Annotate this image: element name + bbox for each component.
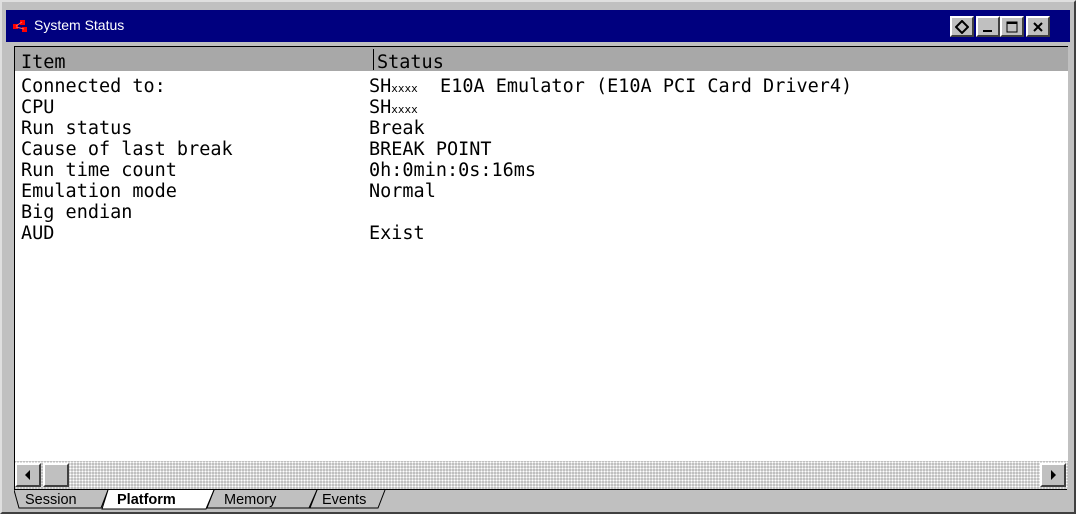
row-status: SHxxxx <box>369 97 418 120</box>
row-item: Connected to: <box>21 76 166 97</box>
window-title: System Status <box>34 17 125 33</box>
table-row[interactable]: Run status Break <box>15 118 1068 139</box>
tab-events[interactable]: Events <box>322 492 366 508</box>
tab-platform[interactable]: Platform <box>117 492 176 508</box>
row-status: Normal <box>369 181 436 202</box>
minimize-icon <box>983 29 992 32</box>
app-icon <box>13 20 27 32</box>
maximize-button[interactable] <box>1000 16 1024 37</box>
title-bar[interactable]: System Status <box>6 10 1070 42</box>
table-row[interactable]: Emulation mode Normal <box>15 181 1068 202</box>
cpu-prefix: SH <box>369 76 392 97</box>
table-row[interactable]: Cause of last break BREAK POINT <box>15 139 1068 160</box>
scroll-thumb[interactable] <box>43 463 69 487</box>
arrow-left-icon <box>25 470 30 480</box>
arrow-right-icon <box>1051 470 1056 480</box>
table-row[interactable]: Connected to: SHxxxx E10A Emulator (E10A… <box>15 76 1068 97</box>
row-item: AUD <box>21 223 55 244</box>
row-status: SHxxxx E10A Emulator (E10A PCI Card Driv… <box>369 76 852 99</box>
scroll-right-button[interactable] <box>1040 463 1066 487</box>
row-item: Emulation mode <box>21 181 177 202</box>
row-status: Exist <box>369 223 425 244</box>
table-row[interactable]: AUD Exist <box>15 223 1068 244</box>
row-status: 0h:0min:0s:16ms <box>369 160 537 181</box>
row-item: Run status <box>21 118 133 139</box>
row-status-text: E10A Emulator (E10A PCI Card Driver4) <box>417 76 853 97</box>
tab-session[interactable]: Session <box>25 492 77 508</box>
row-status: Break <box>369 118 425 139</box>
column-header-item[interactable]: Item <box>21 52 66 73</box>
scroll-left-button[interactable] <box>15 463 41 487</box>
column-header-status[interactable]: Status <box>377 52 444 73</box>
tab-memory[interactable]: Memory <box>224 492 276 508</box>
column-header: Item Status <box>15 47 1068 73</box>
close-button[interactable] <box>1026 16 1050 37</box>
cpu-model-placeholder: xxxx <box>391 103 418 116</box>
row-item: CPU <box>21 97 55 118</box>
cpu-prefix: SH <box>369 97 392 118</box>
column-divider[interactable] <box>373 49 374 70</box>
system-status-window: System Status Item Status Connected to: … <box>0 0 1076 514</box>
close-icon <box>1033 21 1043 32</box>
table-row[interactable]: CPU SHxxxx <box>15 97 1068 118</box>
row-item: Run time count <box>21 160 177 181</box>
cpu-model-placeholder: xxxx <box>391 82 418 95</box>
table-row[interactable]: Big endian <box>15 202 1068 223</box>
row-item: Big endian <box>21 202 133 223</box>
table-row[interactable]: Run time count 0h:0min:0s:16ms <box>15 160 1068 181</box>
diamond-icon <box>955 19 969 34</box>
row-status: BREAK POINT <box>369 139 492 160</box>
row-item: Cause of last break <box>21 139 233 160</box>
horizontal-scrollbar[interactable] <box>15 461 1068 489</box>
pin-button[interactable] <box>950 16 974 37</box>
status-list: Item Status Connected to: SHxxxx E10A Em… <box>14 46 1068 489</box>
sheet-tabs: Session Platform Memory Events <box>14 489 1067 510</box>
minimize-button[interactable] <box>976 16 1000 37</box>
maximize-icon <box>1006 21 1018 32</box>
